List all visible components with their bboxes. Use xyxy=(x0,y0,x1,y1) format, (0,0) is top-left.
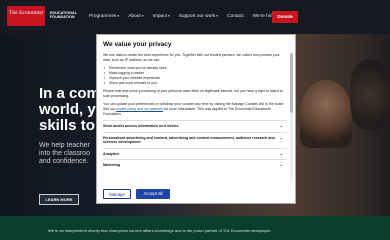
manage-button[interactable]: Manage xyxy=(103,189,131,199)
consent-preferences-note: You can update your preferences or withd… xyxy=(103,102,285,116)
scrollbar-thumb[interactable] xyxy=(290,53,293,113)
nav-support-our-work[interactable]: Support our work▾ xyxy=(179,14,218,19)
nav-about[interactable]: About▾ xyxy=(128,14,143,19)
consent-title: We value your privacy xyxy=(103,41,172,48)
cookie-consent-dialog: We value your privacy We use data to cre… xyxy=(96,34,296,204)
chevron-down-icon: ⌄ xyxy=(279,150,283,156)
top-navigation-bar: The Economist EDUCATIONAL FOUNDATION Pro… xyxy=(0,0,390,34)
learn-more-button[interactable]: LEARN MORE xyxy=(39,194,79,205)
nav-contact[interactable]: Contact xyxy=(227,14,244,19)
economist-logo[interactable]: The Economist xyxy=(7,6,45,26)
main-nav: Programmes▾ About▾ Impact▾ Support our w… xyxy=(89,14,287,19)
accept-all-button[interactable]: Accept all xyxy=(136,189,170,199)
donate-button[interactable]: Donate xyxy=(272,11,298,23)
logo-subtitle: EDUCATIONAL FOUNDATION xyxy=(50,11,77,20)
consent-scrollbar[interactable] xyxy=(290,53,293,181)
charity-statement: We're an independent charity that champi… xyxy=(48,228,272,233)
consent-legitimate-interest: Please note that some processing of your… xyxy=(103,89,283,98)
cookie-policy-link[interactable]: cookie policy and our partners xyxy=(116,107,163,111)
chevron-down-icon: ⌄ xyxy=(279,162,283,168)
nav-impact[interactable]: Impact▾ xyxy=(153,14,170,19)
consent-content[interactable]: We use data to create the best experienc… xyxy=(103,53,287,181)
chevron-down-icon: ▾ xyxy=(141,14,144,18)
consent-section-personalised-ads[interactable]: Personalised advertising and content, ad… xyxy=(103,131,287,148)
footer-banner: We're an independent charity that champi… xyxy=(0,216,390,240)
chevron-down-icon: ⌄ xyxy=(279,123,283,128)
consent-intro: We use data to create the best experienc… xyxy=(103,53,280,62)
consent-section-marketing[interactable]: Marketing ⌄ xyxy=(103,159,287,171)
chevron-down-icon: ▾ xyxy=(117,14,120,18)
nav-programmes[interactable]: Programmes▾ xyxy=(89,14,119,19)
consent-actions: Manage Accept all xyxy=(103,189,170,199)
consent-section-store-access[interactable]: Store and/or access information on a dev… xyxy=(103,120,287,132)
chevron-down-icon: ▾ xyxy=(167,14,170,18)
chevron-down-icon: ⌄ xyxy=(279,134,283,140)
list-item: Show ads most relevant to you xyxy=(103,81,287,86)
consent-purposes-list: Remember what you've already seen Make l… xyxy=(103,66,287,86)
chevron-down-icon: ▾ xyxy=(216,14,219,18)
consent-section-analytics[interactable]: Analytics ⌄ xyxy=(103,147,287,160)
